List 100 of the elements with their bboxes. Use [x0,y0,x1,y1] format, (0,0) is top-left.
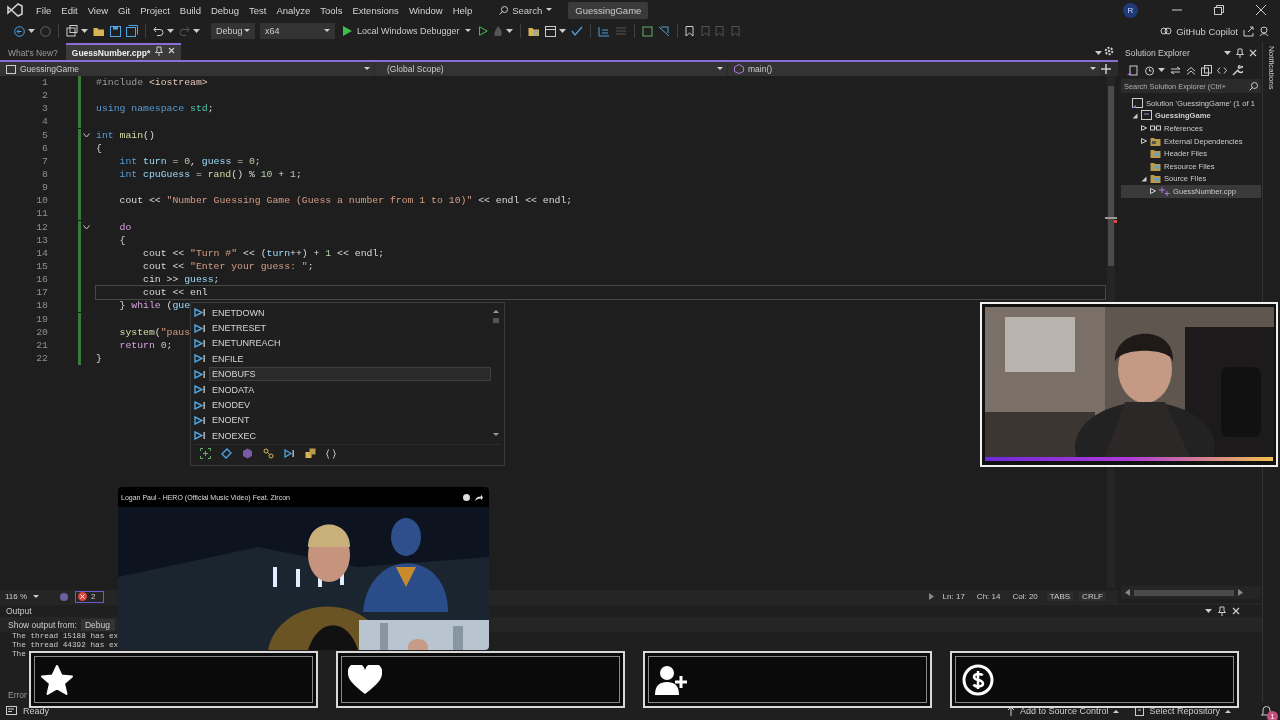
output-icon[interactable] [6,705,17,717]
zoom-dropdown[interactable]: 116 % [5,592,53,601]
menu-item[interactable]: Analyze [271,2,316,18]
save-icon[interactable] [110,25,121,37]
link-icon[interactable] [263,448,274,460]
menu-item[interactable]: Tools [315,2,348,18]
close-icon[interactable] [1249,49,1257,57]
line-ending-button[interactable]: CRLF [1079,592,1106,601]
scroll-left-icon[interactable] [1125,589,1130,596]
completion-item[interactable]: ENOEXEC [209,428,491,443]
menu-item[interactable]: Help [447,2,478,18]
platform-dropdown[interactable]: x64 [260,23,335,39]
uncomment-icon[interactable] [657,25,670,37]
completion-item[interactable]: ENOENT [209,413,491,428]
menu-item[interactable]: Project [135,2,175,18]
account-avatar[interactable]: R [1123,2,1138,18]
struct-icon[interactable] [305,448,316,460]
braces-icon[interactable] [326,448,336,459]
completion-item[interactable]: ENFILE [209,351,491,366]
caret-icon[interactable] [193,28,200,34]
play-outline-icon[interactable] [478,26,488,36]
bookmark-icon[interactable] [684,25,694,37]
menu-item[interactable]: Window [403,2,448,18]
caret-icon[interactable] [505,28,513,34]
completion-item[interactable]: ENODATA [209,382,491,397]
clock-icon[interactable] [463,493,470,501]
caret-icon[interactable] [28,28,35,34]
completion-item[interactable]: ENOBUFS [209,367,491,382]
pin-icon[interactable] [1218,606,1226,616]
menu-item[interactable]: File [31,2,57,18]
scrollbar[interactable] [491,307,501,439]
history-icon[interactable] [1144,64,1155,76]
share-icon[interactable] [475,493,483,501]
scrollbar[interactable] [1134,589,1234,596]
search-button[interactable]: Search [495,2,557,18]
caret-icon[interactable] [81,28,88,34]
scope-dropdown[interactable]: (Global Scope) [375,62,727,76]
copilot-icon[interactable] [59,591,69,602]
comment-icon[interactable] [641,25,653,37]
feedback-icon[interactable] [1259,25,1270,37]
completion-item[interactable]: ENETRESET [209,321,491,336]
notifications-tab[interactable]: Notifications [1267,46,1276,90]
caret-icon[interactable] [558,28,566,34]
share-icon[interactable] [1243,25,1254,37]
collapse-icon[interactable] [83,132,90,138]
home-icon[interactable] [1127,64,1139,76]
completion-item[interactable]: ENETDOWN [209,305,491,320]
project-dropdown[interactable]: GuessingGame [0,62,374,76]
split-icon[interactable] [1101,64,1111,74]
save-all-icon[interactable] [126,25,138,37]
collapse-icon[interactable] [83,224,90,230]
snippet-icon[interactable] [200,448,211,460]
close-icon[interactable] [1256,5,1266,15]
collapsed-icon[interactable] [1150,188,1156,195]
completion-item[interactable]: ENODEV [209,398,491,413]
caret-icon[interactable] [1224,50,1231,56]
settings-icon[interactable] [1104,46,1114,56]
menu-item[interactable]: Test [243,2,272,18]
scroll-right-icon[interactable] [1238,589,1243,596]
document-tab[interactable]: GuessNumber.cpp* [65,43,182,60]
back-icon[interactable] [14,25,25,37]
bell-icon[interactable] [1261,705,1272,717]
pin-icon[interactable] [1236,48,1244,58]
pin-icon[interactable] [155,45,164,56]
caret-icon[interactable] [167,28,174,34]
undo-icon[interactable] [153,26,164,36]
close-icon[interactable] [168,47,176,54]
source-control-button[interactable]: Add to Source Control [1006,706,1120,716]
collapsed-icon[interactable] [1141,125,1147,132]
cube-icon[interactable] [242,448,253,460]
error-count-button[interactable]: 2 [75,590,105,603]
indent-mode-button[interactable]: TABS [1046,592,1074,601]
folder-search-icon[interactable] [527,25,540,37]
panel-tab[interactable]: Error [8,690,27,700]
open-folder-icon[interactable] [93,25,105,37]
collapsed-icon[interactable] [1141,138,1147,145]
output-source-dropdown[interactable]: Debug [81,618,115,631]
caret-icon[interactable] [1158,67,1165,73]
expanded-icon[interactable] [1141,175,1147,182]
menu-item[interactable]: Debug [205,2,244,18]
start-debugging-button[interactable]: Local Windows Debugger [340,26,474,36]
menu-item[interactable]: Build [174,2,206,18]
new-project-icon[interactable] [66,25,78,37]
menu-item[interactable]: View [82,2,114,18]
menu-item[interactable]: Git [113,2,136,18]
class-icon[interactable] [221,448,232,460]
document-tab[interactable]: What's New? [2,45,64,60]
indent-icon[interactable] [597,25,610,37]
close-icon[interactable] [1232,607,1240,615]
member-dropdown[interactable]: main() [728,62,1100,76]
collapse-all-icon[interactable] [1186,65,1196,75]
repository-button[interactable]: Select Repository [1135,706,1231,716]
spellcheck-icon[interactable] [570,25,583,37]
window-icon[interactable] [544,25,556,37]
code-icon[interactable] [1217,66,1227,74]
menu-item[interactable]: Extensions [347,2,404,18]
sync-icon[interactable] [1170,65,1181,75]
caret-icon[interactable] [1205,608,1212,614]
configuration-dropdown[interactable]: Debug [211,23,255,39]
menu-item[interactable]: Edit [56,2,83,18]
